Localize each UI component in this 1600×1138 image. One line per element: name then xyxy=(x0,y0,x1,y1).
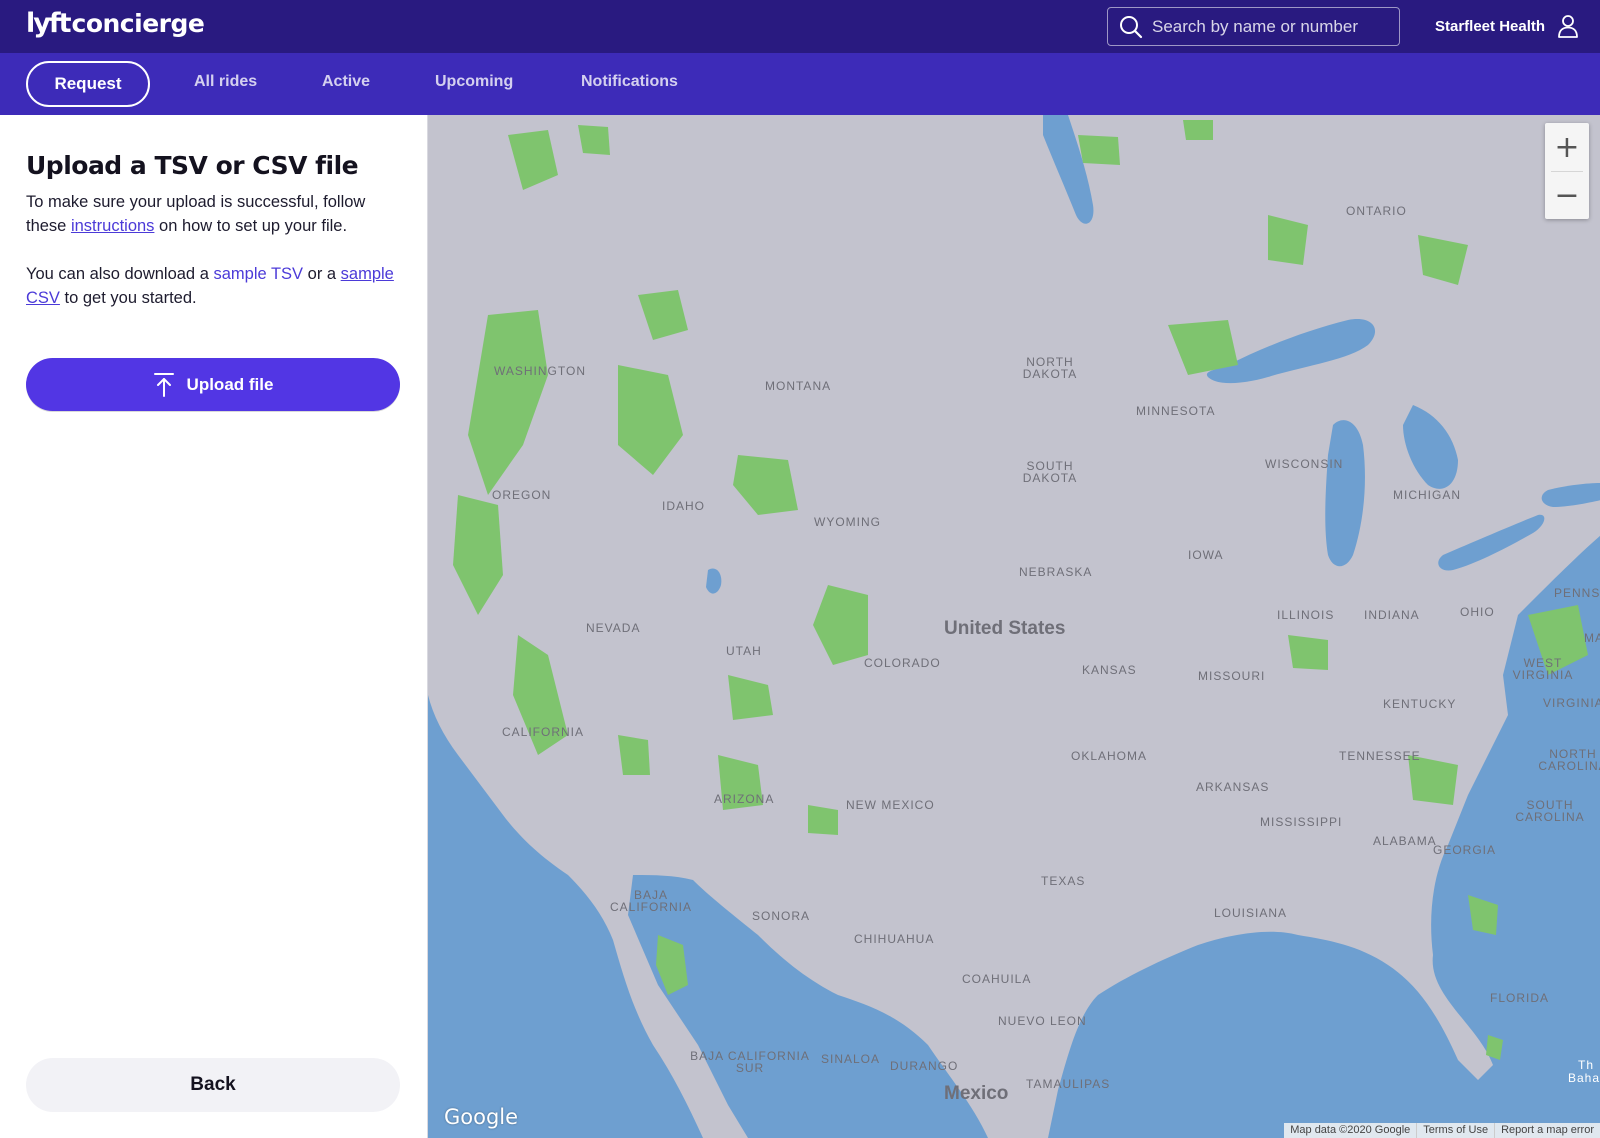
report-map-error-link[interactable]: Report a map error xyxy=(1494,1123,1600,1138)
search-icon xyxy=(1120,15,1143,38)
upload-panel: Upload a TSV or CSV file To make sure yo… xyxy=(0,115,427,1138)
map-label-tennessee: TENNESSEE xyxy=(1339,749,1421,763)
main-nav: Request All rides Active Upcoming Notifi… xyxy=(0,53,1600,115)
map-label-north-carolina: NORTH CAROLINA xyxy=(1538,747,1600,773)
map-label-michigan: MICHIGAN xyxy=(1393,488,1461,502)
search-input[interactable] xyxy=(1152,16,1392,37)
map-label-alabama: ALABAMA xyxy=(1373,834,1437,848)
map-label-massachusetts: MA xyxy=(1584,631,1600,645)
user-icon xyxy=(1558,15,1578,38)
map-label-bahamas: Baha xyxy=(1568,1071,1600,1085)
tab-upcoming[interactable]: Upcoming xyxy=(435,73,513,91)
map-label-south-dakota: SOUTH DAKOTA xyxy=(1022,459,1078,485)
map-label-baja-california-sur: BAJA CALIFORNIA SUR xyxy=(690,1049,810,1075)
logo-text: concierge xyxy=(71,9,205,38)
map-label-virginia: VIRGINIA xyxy=(1543,696,1600,710)
account-menu[interactable]: Starfleet Health xyxy=(1435,14,1579,38)
map-attribution: Map data ©2020 Google Terms of Use Repor… xyxy=(1284,1123,1600,1138)
sample-tsv-link[interactable]: sample TSV xyxy=(213,265,303,283)
map-label-washington: WASHINGTON xyxy=(494,364,587,378)
map-label-montana: MONTANA xyxy=(765,379,832,393)
map-label-florida: FLORIDA xyxy=(1490,991,1550,1005)
map-label-sinaloa: SINALOA xyxy=(821,1052,881,1066)
map-label-oklahoma: OKLAHOMA xyxy=(1071,749,1148,763)
map-label-sonora: SONORA xyxy=(752,909,811,923)
map-label-wisconsin: WISCONSIN xyxy=(1265,457,1344,471)
top-header: lyft concierge Starfleet Health xyxy=(0,0,1600,53)
map-label-arkansas: ARKANSAS xyxy=(1196,780,1270,794)
map-label-utah: UTAH xyxy=(726,644,762,658)
map-data-credit: Map data ©2020 Google xyxy=(1290,1124,1411,1136)
upload-icon xyxy=(153,372,174,397)
map-label-south-carolina: SOUTH CAROLINA xyxy=(1515,798,1585,824)
map-view[interactable]: WASHINGTON OREGON CALIFORNIA NEVADA IDAH… xyxy=(427,115,1600,1138)
map-label-nebraska: NEBRASKA xyxy=(1019,565,1093,579)
zoom-controls: + − xyxy=(1545,123,1589,219)
map-label-durango: DURANGO xyxy=(890,1059,959,1073)
instructions-link[interactable]: instructions xyxy=(71,217,154,235)
sample-prefix: You can also download a xyxy=(26,265,209,283)
google-logo[interactable]: Google xyxy=(444,1105,518,1129)
map-label-pennsylvania: PENNS xyxy=(1554,586,1600,600)
map-label-baja-california: BAJA CALIFORNIA xyxy=(609,888,692,914)
map-label-north-dakota: NORTH DAKOTA xyxy=(1022,355,1078,381)
sample-suffix: to get you started. xyxy=(64,289,197,307)
map-label-coahuila: COAHUILA xyxy=(962,972,1032,986)
map-label-kentucky: KENTUCKY xyxy=(1383,697,1457,711)
upload-file-label: Upload file xyxy=(186,374,274,394)
map-label-new-mexico: NEW MEXICO xyxy=(846,798,935,812)
map-label-louisiana: LOUISIANA xyxy=(1214,906,1288,920)
map-label-idaho: IDAHO xyxy=(662,499,706,513)
map-label-arizona: ARIZONA xyxy=(714,792,775,806)
map-label-iowa: IOWA xyxy=(1188,548,1224,562)
instructions-text: To make sure your upload is successful, … xyxy=(26,190,406,238)
map-label-georgia: GEORGIA xyxy=(1433,843,1497,857)
map-label-mississippi: MISSISSIPPI xyxy=(1260,815,1343,829)
terms-of-use-link[interactable]: Terms of Use xyxy=(1416,1123,1494,1138)
map-label-missouri: MISSOURI xyxy=(1198,669,1266,683)
tab-active[interactable]: Active xyxy=(322,73,370,91)
zoom-in-button[interactable]: + xyxy=(1545,123,1589,171)
back-button[interactable]: Back xyxy=(26,1058,400,1112)
sample-text: You can also download a sample TSV or a … xyxy=(26,262,406,310)
tab-all-rides[interactable]: All rides xyxy=(194,73,257,91)
map-label-oregon: OREGON xyxy=(492,488,552,502)
map-label-colorado: COLORADO xyxy=(864,656,941,670)
map-label-texas: TEXAS xyxy=(1041,874,1086,888)
map-label-kansas: KANSAS xyxy=(1082,663,1137,677)
sample-middle: or a xyxy=(307,265,337,283)
map-label-ontario: ONTARIO xyxy=(1346,204,1407,218)
zoom-out-button[interactable]: − xyxy=(1545,171,1589,219)
map-label-united-states: United States xyxy=(944,618,1066,639)
map-label-nuevo-leon: NUEVO LEON xyxy=(998,1014,1087,1028)
account-name: Starfleet Health xyxy=(1435,17,1546,35)
upload-file-button[interactable]: Upload file xyxy=(26,358,400,411)
tab-request[interactable]: Request xyxy=(26,61,150,107)
map-label-chihuahua: CHIHUAHUA xyxy=(854,932,935,946)
map-label-tamaulipas: TAMAULIPAS xyxy=(1026,1077,1111,1091)
map-label-wyoming: WYOMING xyxy=(814,515,881,529)
map-label-minnesota: MINNESOTA xyxy=(1136,404,1216,418)
map-label-mexico: Mexico xyxy=(944,1083,1009,1104)
lyft-logo-mark: lyft xyxy=(26,8,71,39)
map-label-west-virginia: WEST VIRGINIA xyxy=(1512,656,1574,682)
map-label-indiana: INDIANA xyxy=(1364,608,1420,622)
map-label-the: Th xyxy=(1578,1058,1595,1072)
map-label-ohio: OHIO xyxy=(1460,605,1495,619)
page-title: Upload a TSV or CSV file xyxy=(26,151,359,180)
map-label-illinois: ILLINOIS xyxy=(1277,608,1335,622)
tab-notifications[interactable]: Notifications xyxy=(581,73,678,91)
map-label-nevada: NEVADA xyxy=(586,621,641,635)
search-box[interactable] xyxy=(1107,7,1400,46)
map-label-california: CALIFORNIA xyxy=(502,725,585,739)
lyft-concierge-logo[interactable]: lyft concierge xyxy=(26,8,205,39)
instructions-suffix: on how to set up your file. xyxy=(159,217,348,235)
